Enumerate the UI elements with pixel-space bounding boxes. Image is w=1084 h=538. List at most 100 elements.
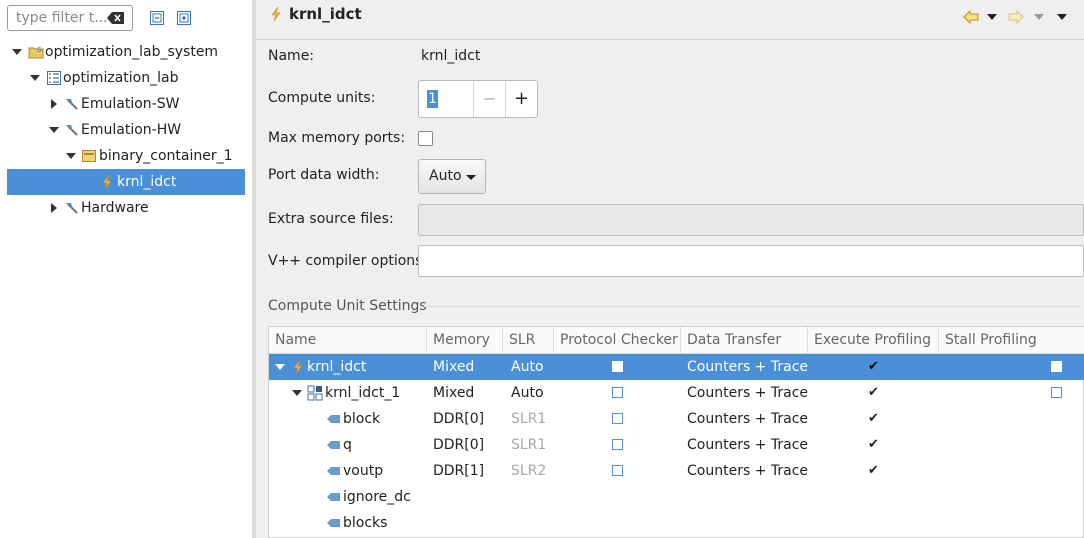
chevron-down-icon[interactable]: [11, 39, 23, 65]
port-data-width-dropdown[interactable]: Auto: [418, 159, 486, 194]
cell-slr[interactable]: Auto: [511, 354, 544, 380]
execute-profiling-check-icon[interactable]: ✔: [868, 406, 879, 432]
column-header-stall-profiling[interactable]: Stall Profiling: [939, 327, 1084, 353]
menu-icon[interactable]: [1057, 14, 1067, 20]
compute-units-stepper[interactable]: 1 − +: [418, 80, 538, 118]
column-header-slr[interactable]: SLR: [503, 327, 554, 353]
back-dropdown-icon[interactable]: [987, 14, 997, 20]
vpp-compiler-options-label: V++ compiler options:: [268, 253, 428, 269]
column-header-execute-profiling[interactable]: Execute Profiling: [808, 327, 939, 353]
port-data-width-label: Port data width:: [268, 167, 380, 183]
extra-source-files-field: [418, 204, 1084, 236]
tree-item-project[interactable]: optimization_lab: [7, 65, 245, 91]
chevron-right-icon[interactable]: [48, 195, 60, 221]
compute-units-value[interactable]: 1: [427, 90, 438, 108]
protocol-checker-checkbox[interactable]: [612, 387, 623, 398]
container-icon: [82, 150, 96, 162]
tree-item-label: optimization_lab_system: [45, 44, 219, 60]
tree-item-system-project[interactable]: S optimization_lab_system: [7, 39, 245, 65]
column-header-data-transfer[interactable]: Data Transfer: [681, 327, 808, 353]
cell-data-transfer[interactable]: Counters + Trace: [687, 406, 808, 432]
clear-filter-icon[interactable]: [107, 11, 125, 25]
cell-slr[interactable]: Auto: [511, 380, 544, 406]
execute-profiling-check-icon[interactable]: ✔: [868, 432, 879, 458]
project-icon: [47, 71, 61, 85]
cell-memory[interactable]: DDR[0]: [433, 432, 484, 458]
cell-name: voutp: [343, 463, 384, 479]
collapse-all-icon[interactable]: [150, 11, 164, 25]
decrement-button[interactable]: −: [474, 81, 505, 117]
kernel-editor: krnl_idct Name: krnl_idct Compute units:…: [256, 0, 1084, 538]
filter-placeholder: type filter t...: [16, 10, 108, 26]
cell-slr: SLR1: [511, 411, 547, 427]
cell-name: blocks: [343, 515, 388, 531]
cell-data-transfer[interactable]: Counters + Trace: [687, 432, 808, 458]
table-row[interactable]: krnl_idct Mixed Auto Counters + Trace ✔: [269, 354, 1084, 380]
chevron-right-icon[interactable]: [48, 91, 60, 117]
port-icon: [327, 493, 340, 501]
protocol-checker-checkbox[interactable]: [612, 439, 623, 450]
execute-profiling-check-icon[interactable]: ✔: [868, 380, 879, 406]
execute-profiling-check-icon[interactable]: ✔: [868, 354, 879, 380]
tree-item-binary-container[interactable]: binary_container_1: [7, 143, 245, 169]
cell-name: block: [343, 411, 381, 427]
kernel-icon: [271, 6, 281, 22]
tree-item-krnl-idct[interactable]: krnl_idct: [7, 169, 245, 195]
chevron-down-icon[interactable]: [48, 117, 60, 143]
protocol-checker-checkbox[interactable]: [612, 361, 623, 372]
cell-slr: SLR2: [511, 463, 547, 479]
name-label: Name:: [268, 48, 315, 64]
editor-header: krnl_idct: [256, 0, 1084, 40]
hammer-icon: [66, 125, 78, 136]
tree-item-emulation-sw[interactable]: Emulation-SW: [7, 91, 245, 117]
project-explorer: type filter t... S optimization_lab_syst…: [0, 0, 252, 538]
section-divider: [424, 306, 1079, 307]
table-row[interactable]: block DDR[0] SLR1 Counters + Trace ✔: [269, 406, 1084, 432]
protocol-checker-checkbox[interactable]: [612, 413, 623, 424]
chevron-down-icon[interactable]: [65, 143, 77, 169]
execute-profiling-check-icon[interactable]: ✔: [868, 458, 879, 484]
vpp-compiler-options-field[interactable]: [418, 245, 1084, 277]
column-header-name[interactable]: Name: [269, 327, 427, 353]
cell-data-transfer[interactable]: Counters + Trace: [687, 380, 808, 406]
expand-all-icon[interactable]: [177, 11, 191, 25]
compute-unit-table: Name Memory SLR Protocol Checker Data Tr…: [268, 326, 1084, 538]
kernel-icon: [293, 359, 303, 375]
compute-units-label: Compute units:: [268, 90, 376, 106]
cell-memory[interactable]: Mixed: [433, 354, 474, 380]
increment-button[interactable]: +: [506, 81, 537, 117]
cell-memory[interactable]: Mixed: [433, 380, 474, 406]
port-icon: [327, 519, 340, 527]
column-header-memory[interactable]: Memory: [427, 327, 503, 353]
stall-profiling-checkbox[interactable]: [1051, 361, 1062, 372]
cell-memory[interactable]: DDR[1]: [433, 458, 484, 484]
forward-dropdown-icon[interactable]: [1034, 14, 1044, 20]
chevron-down-icon[interactable]: [275, 364, 285, 370]
hammer-icon: [66, 99, 78, 110]
tree-item-label: Emulation-HW: [81, 122, 182, 138]
cell-memory[interactable]: DDR[0]: [433, 406, 484, 432]
protocol-checker-checkbox[interactable]: [612, 465, 623, 476]
cell-data-transfer[interactable]: Counters + Trace: [687, 458, 808, 484]
chevron-down-icon[interactable]: [292, 390, 302, 396]
table-row[interactable]: blocks: [269, 510, 1084, 536]
chevron-down-icon[interactable]: [29, 65, 41, 91]
back-icon[interactable]: [963, 10, 979, 24]
filter-input[interactable]: type filter t...: [7, 5, 133, 31]
tree-item-hardware[interactable]: Hardware: [7, 195, 245, 221]
extra-source-files-label: Extra source files:: [268, 211, 394, 227]
port-icon: [327, 467, 340, 475]
table-row[interactable]: ignore_dc: [269, 484, 1084, 510]
table-row[interactable]: voutp DDR[1] SLR2 Counters + Trace ✔: [269, 458, 1084, 484]
stall-profiling-checkbox[interactable]: [1051, 387, 1062, 398]
table-row[interactable]: q DDR[0] SLR1 Counters + Trace ✔: [269, 432, 1084, 458]
tree-item-emulation-hw[interactable]: Emulation-HW: [7, 117, 245, 143]
tree-item-label: binary_container_1: [99, 148, 233, 164]
table-row[interactable]: krnl_idct_1 Mixed Auto Counters + Trace …: [269, 380, 1084, 406]
forward-icon[interactable]: [1008, 10, 1024, 24]
cell-name: krnl_idct_1: [325, 385, 401, 401]
port-icon: [327, 415, 340, 423]
column-header-protocol-checker[interactable]: Protocol Checker: [554, 327, 681, 353]
cell-data-transfer[interactable]: Counters + Trace: [687, 354, 808, 380]
max-memory-ports-checkbox[interactable]: [418, 131, 433, 146]
